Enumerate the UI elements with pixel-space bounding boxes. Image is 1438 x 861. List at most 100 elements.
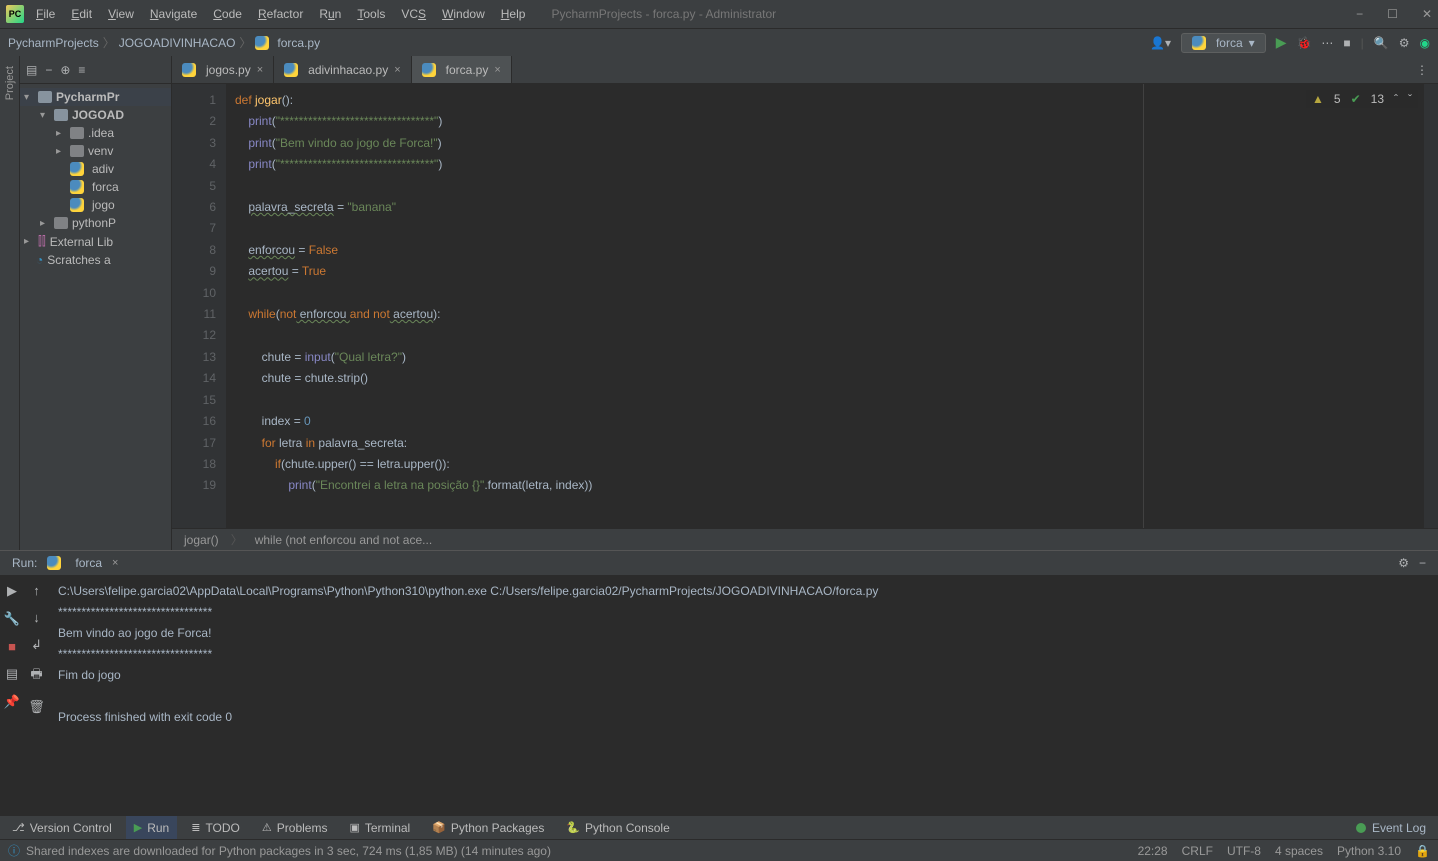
project-tool-tab[interactable]: Project (4, 66, 16, 100)
layout-icon[interactable]: ▤ (6, 666, 18, 682)
tree-scratches[interactable]: ◔Scratches a (20, 251, 171, 269)
run-output[interactable]: C:\Users\felipe.garcia02\AppData\Local\P… (48, 575, 1438, 815)
tree-root[interactable]: ▾PycharmPr (20, 88, 171, 106)
menu-edit[interactable]: Edit (65, 5, 98, 23)
menu-file[interactable]: File (30, 5, 61, 23)
close-run-tab-icon[interactable]: × (112, 557, 118, 569)
tool-window-bar-left: Project Structure Bookmarks (0, 56, 20, 550)
pin-icon[interactable]: 📌 (4, 694, 20, 710)
tab-packages[interactable]: 📦Python Packages (424, 816, 552, 839)
editor-breadcrumbs: jogar() 〉 while (not enforcou and not ac… (172, 528, 1438, 550)
status-encoding[interactable]: UTF-8 (1227, 844, 1261, 858)
crumb-while[interactable]: while (not enforcou and not ace... (255, 533, 432, 547)
maximize-icon[interactable]: ☐ (1387, 7, 1398, 21)
close-tab-icon[interactable]: × (257, 64, 263, 76)
project-view-icon[interactable]: ▤ (26, 63, 37, 77)
menu-help[interactable]: Help (495, 5, 532, 23)
menu-navigate[interactable]: Navigate (144, 5, 203, 23)
tree-idea[interactable]: ▸.idea (20, 124, 171, 142)
search-icon[interactable]: 🔍 (1374, 36, 1389, 50)
breadcrumb: PycharmProjects 〉 JOGOADIVINHACAO 〉 forc… (8, 34, 320, 51)
gutter: 12345678910111213141516171819 (172, 84, 227, 528)
tab-console[interactable]: 🐍Python Console (558, 816, 677, 839)
code-content[interactable]: def jogar(): print("********************… (227, 84, 1144, 528)
box-icon: 📦 (432, 821, 446, 834)
run-config-selector[interactable]: forca ▾ (1181, 33, 1266, 53)
tab-adivinhacao[interactable]: adivinhacao.py× (274, 56, 412, 83)
status-lineend[interactable]: CRLF (1182, 844, 1213, 858)
menubar: File Edit View Navigate Code Refactor Ru… (30, 5, 531, 23)
close-tab-icon[interactable]: × (394, 64, 400, 76)
tree[interactable]: ▾PycharmPr ▾JOGOAD ▸.idea ▸venv adiv for… (20, 84, 171, 550)
python-icon (255, 36, 269, 50)
lock-icon[interactable]: 🔒 (1415, 844, 1430, 858)
info-icon: ⓘ (8, 842, 20, 859)
rerun-icon[interactable]: ▶ (7, 583, 17, 599)
status-time[interactable]: 22:28 (1138, 844, 1168, 858)
menu-run[interactable]: Run (313, 5, 347, 23)
debug-icon[interactable]: 🐞 (1296, 36, 1311, 50)
status-interpreter[interactable]: Python 3.10 (1337, 844, 1401, 858)
tree-external[interactable]: ▸⫿⫿External Lib (20, 232, 171, 251)
tree-adiv[interactable]: adiv (20, 160, 171, 178)
tab-jogos[interactable]: jogos.py× (172, 56, 274, 83)
hide-run-icon[interactable]: − (1419, 556, 1426, 570)
run-more-icon[interactable]: ⋯ (1321, 36, 1333, 50)
tab-todo[interactable]: ≣TODO (183, 816, 248, 839)
tab-terminal[interactable]: ▣Terminal (341, 816, 418, 839)
more-tabs-icon[interactable]: ⋮ (1406, 63, 1438, 77)
tab-forca[interactable]: forca.py× (412, 56, 512, 83)
folder-icon (70, 145, 84, 157)
python-icon: 🐍 (566, 821, 580, 834)
tree-pythonp[interactable]: ▸pythonP (20, 214, 171, 232)
breadcrumb-p2[interactable]: JOGOADIVINHACAO (119, 36, 236, 50)
menu-code[interactable]: Code (207, 5, 248, 23)
tree-forca[interactable]: forca (20, 178, 171, 196)
event-log[interactable]: Event Log (1348, 821, 1434, 835)
up-arrow-icon[interactable]: ↑ (33, 583, 40, 598)
prev-highlight-icon[interactable]: ˆ (1394, 92, 1398, 106)
stop-run-icon[interactable]: ■ (8, 639, 16, 654)
editor-minimap[interactable] (1424, 84, 1438, 528)
minimize-icon[interactable]: − (1356, 7, 1363, 21)
crumb-fn[interactable]: jogar() (184, 533, 219, 547)
next-highlight-icon[interactable]: ˇ (1408, 92, 1412, 106)
tab-problems[interactable]: ⚠Problems (254, 816, 336, 839)
branch-icon: ⎇ (12, 821, 25, 834)
options-icon[interactable]: ≡ (78, 63, 85, 77)
menu-refactor[interactable]: Refactor (252, 5, 309, 23)
close-tab-icon[interactable]: × (494, 64, 500, 76)
tab-run[interactable]: ▶Run (126, 816, 177, 839)
stop-icon[interactable]: ■ (1343, 36, 1350, 50)
menu-tools[interactable]: Tools (351, 5, 391, 23)
tree-jogo[interactable]: ▾JOGOAD (20, 106, 171, 124)
menu-window[interactable]: Window (436, 5, 491, 23)
breadcrumb-p3[interactable]: forca.py (277, 36, 320, 50)
run-settings-icon[interactable]: ⚙ (1398, 556, 1409, 570)
tab-version-control[interactable]: ⎇Version Control (4, 816, 120, 839)
down-arrow-icon[interactable]: ↓ (33, 610, 40, 625)
trash-icon[interactable]: 🗑 (28, 699, 45, 715)
close-icon[interactable]: ✕ (1422, 7, 1432, 21)
status-indent[interactable]: 4 spaces (1275, 844, 1323, 858)
print-icon[interactable]: 🖶 (30, 665, 42, 687)
run-tab-name[interactable]: forca (75, 556, 102, 570)
add-user-icon[interactable]: 👤▾ (1150, 36, 1171, 50)
wrap-icon[interactable]: ↲ (31, 637, 42, 653)
warning-icon: ▲ (1312, 92, 1324, 106)
menu-view[interactable]: View (102, 5, 140, 23)
collapse-icon[interactable]: − (45, 63, 52, 77)
tree-jogo2[interactable]: jogo (20, 196, 171, 214)
settings-icon[interactable]: ⚙ (1399, 36, 1410, 50)
inspections-widget[interactable]: ▲5 ✔13 ˆ ˇ (1306, 90, 1418, 108)
wrench-icon[interactable]: 🔧 (4, 611, 20, 627)
crosshair-icon[interactable]: ⊕ (60, 63, 70, 77)
breadcrumb-p1[interactable]: PycharmProjects (8, 36, 99, 50)
python-icon (284, 63, 298, 77)
menu-vcs[interactable]: VCS (395, 5, 432, 23)
titlebar: PC File Edit View Navigate Code Refactor… (0, 0, 1438, 28)
run-icon[interactable]: ▶ (1276, 34, 1287, 51)
editor[interactable]: 12345678910111213141516171819 def jogar(… (172, 84, 1438, 528)
codewithme-icon[interactable]: ◉ (1420, 36, 1430, 50)
tree-venv[interactable]: ▸venv (20, 142, 171, 160)
